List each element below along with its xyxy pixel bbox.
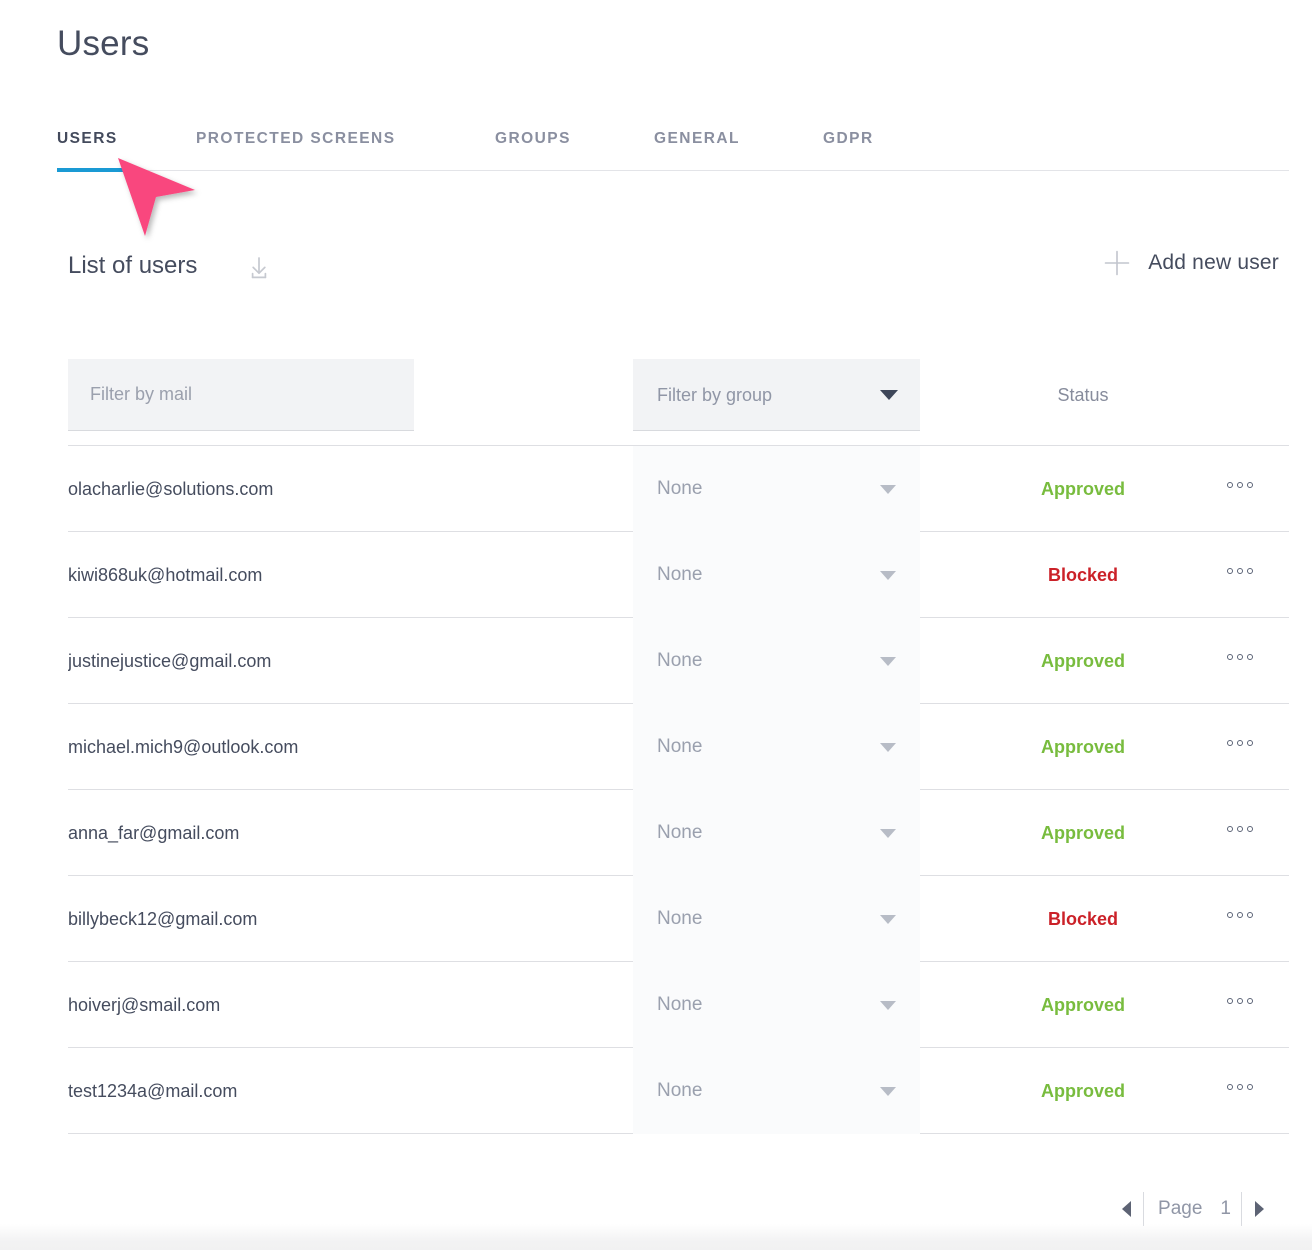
more-options-icon [1227, 1084, 1253, 1090]
next-page-button[interactable] [1242, 1190, 1276, 1228]
chevron-down-icon [880, 657, 896, 666]
table-row: anna_far@gmail.com None Approved [68, 790, 1289, 876]
list-header: List of users Add new user [0, 248, 1312, 292]
tab-bar: USERS PROTECTED SCREENS GROUPS GENERAL G… [57, 130, 1289, 176]
add-new-user-button[interactable]: Add new user [1104, 250, 1279, 276]
chevron-down-icon [880, 1087, 896, 1096]
row-options-button[interactable] [1203, 618, 1289, 704]
user-group-value: None [657, 876, 702, 962]
more-options-icon [1227, 568, 1253, 574]
user-email: anna_far@gmail.com [68, 790, 608, 876]
user-email: test1234a@mail.com [68, 1048, 608, 1134]
more-options-icon [1227, 912, 1253, 918]
triangle-right-icon [1255, 1201, 1264, 1217]
more-options-icon [1227, 740, 1253, 746]
user-group-select[interactable]: None [633, 876, 920, 962]
filter-by-group-select[interactable]: Filter by group [633, 359, 920, 431]
more-options-icon [1227, 826, 1253, 832]
user-group-value: None [657, 962, 702, 1048]
table-row: hoiverj@smail.com None Approved [68, 962, 1289, 1048]
table-row: kiwi868uk@hotmail.com None Blocked [68, 532, 1289, 618]
chevron-down-icon [880, 1001, 896, 1010]
chevron-down-icon [880, 571, 896, 580]
user-group-value: None [657, 704, 702, 790]
table-row: michael.mich9@outlook.com None Approved [68, 704, 1289, 790]
more-options-icon [1227, 654, 1253, 660]
row-options-button[interactable] [1203, 790, 1289, 876]
previous-page-button[interactable] [1109, 1190, 1143, 1228]
page-number[interactable]: 1 [1216, 1190, 1241, 1228]
row-options-button[interactable] [1203, 962, 1289, 1048]
users-table: Filter by group Status olacharlie@soluti… [68, 359, 1289, 1134]
plus-icon [1104, 250, 1130, 276]
table-row: test1234a@mail.com None Approved [68, 1048, 1289, 1134]
user-group-select[interactable]: None [633, 446, 920, 532]
status-badge: Blocked [968, 876, 1198, 962]
table-row: olacharlie@solutions.com None Approved [68, 446, 1289, 532]
chevron-down-icon [880, 743, 896, 752]
download-icon[interactable] [245, 254, 273, 282]
chevron-down-icon [880, 390, 898, 400]
tab-bar-divider [57, 170, 1289, 171]
chevron-down-icon [880, 485, 896, 494]
user-email: kiwi868uk@hotmail.com [68, 532, 608, 618]
tab-users[interactable]: USERS [57, 130, 118, 160]
status-badge: Approved [968, 962, 1198, 1048]
row-options-button[interactable] [1203, 1048, 1289, 1134]
user-group-select[interactable]: None [633, 532, 920, 618]
user-email: michael.mich9@outlook.com [68, 704, 608, 790]
page-title: Users [57, 22, 149, 66]
tab-general[interactable]: GENERAL [654, 130, 740, 160]
filter-by-mail-input[interactable] [68, 359, 414, 431]
user-group-select[interactable]: None [633, 618, 920, 704]
status-badge: Approved [968, 446, 1198, 532]
table-filter-row: Filter by group Status [68, 359, 1289, 446]
users-settings-page: Users USERS PROTECTED SCREENS GROUPS GEN… [0, 0, 1312, 1250]
status-badge: Approved [968, 618, 1198, 704]
user-email: hoiverj@smail.com [68, 962, 608, 1048]
user-email: billybeck12@gmail.com [68, 876, 608, 962]
more-options-icon [1227, 998, 1253, 1004]
list-of-users-title: List of users [68, 248, 197, 284]
row-options-button[interactable] [1203, 532, 1289, 618]
chevron-down-icon [880, 915, 896, 924]
tab-protected-screens[interactable]: PROTECTED SCREENS [196, 130, 395, 160]
pagination: Page 1 [1109, 1190, 1276, 1228]
table-row: justinejustice@gmail.com None Approved [68, 618, 1289, 704]
row-options-button[interactable] [1203, 446, 1289, 532]
chevron-down-icon [880, 829, 896, 838]
user-group-value: None [657, 618, 702, 704]
page-indicator: Page 1 [1144, 1190, 1241, 1228]
row-options-button[interactable] [1203, 704, 1289, 790]
user-group-select[interactable]: None [633, 962, 920, 1048]
filter-by-group-label: Filter by group [657, 359, 772, 431]
user-group-value: None [657, 790, 702, 876]
more-options-icon [1227, 482, 1253, 488]
status-badge: Approved [968, 790, 1198, 876]
active-tab-indicator [57, 168, 126, 172]
user-group-value: None [657, 446, 702, 532]
row-options-button[interactable] [1203, 876, 1289, 962]
status-badge: Approved [968, 1048, 1198, 1134]
add-new-user-label: Add new user [1148, 251, 1279, 275]
status-badge: Blocked [968, 532, 1198, 618]
status-badge: Approved [968, 704, 1198, 790]
user-group-value: None [657, 1048, 702, 1134]
table-row: billybeck12@gmail.com None Blocked [68, 876, 1289, 962]
user-email: olacharlie@solutions.com [68, 446, 608, 532]
user-group-select[interactable]: None [633, 790, 920, 876]
page-label: Page [1144, 1190, 1216, 1228]
triangle-left-icon [1122, 1201, 1131, 1217]
status-column-header: Status [968, 359, 1198, 431]
user-group-select[interactable]: None [633, 704, 920, 790]
tab-gdpr[interactable]: GDPR [823, 130, 874, 160]
tab-groups[interactable]: GROUPS [495, 130, 571, 160]
user-group-value: None [657, 532, 702, 618]
user-email: justinejustice@gmail.com [68, 618, 608, 704]
user-group-select[interactable]: None [633, 1048, 920, 1134]
